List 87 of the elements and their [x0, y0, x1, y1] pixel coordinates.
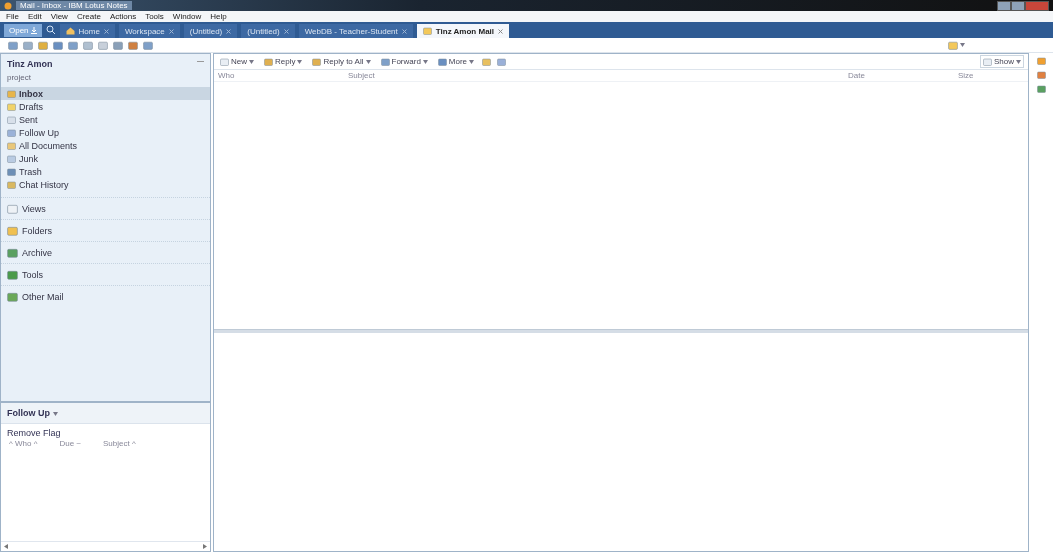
navigator-section[interactable]: Archive	[1, 241, 210, 263]
folder-icon	[7, 269, 18, 280]
menu-item[interactable]: Actions	[109, 12, 137, 21]
folder-item[interactable]: Trash	[1, 165, 210, 178]
menu-item[interactable]: File	[6, 12, 19, 21]
column-header[interactable]: Subject	[348, 71, 848, 80]
navigator-section[interactable]: Views	[1, 197, 210, 219]
action-button[interactable]: Forward	[378, 55, 430, 68]
scroll-right-icon[interactable]	[203, 544, 207, 549]
action-button[interactable]: New	[218, 55, 256, 68]
tab[interactable]: (Untitled)	[183, 24, 238, 38]
action-button[interactable]: Reply	[262, 55, 305, 68]
menu-item[interactable]: Tools	[145, 12, 164, 21]
folder-icon	[7, 247, 18, 258]
toolbar-tool-icon	[437, 57, 447, 66]
show-button[interactable]: Show	[980, 55, 1024, 68]
toolbar-tool-icon	[220, 57, 229, 66]
caret-icon	[960, 43, 965, 47]
menu-item[interactable]: View	[50, 12, 68, 21]
column-header[interactable]: Date	[848, 71, 958, 80]
close-icon[interactable]	[498, 28, 504, 34]
close-icon[interactable]	[401, 28, 407, 34]
action-button[interactable]: Reply to All	[310, 55, 373, 68]
menu-item[interactable]: Window	[172, 12, 202, 21]
search-icon[interactable]	[45, 25, 56, 35]
folder-item[interactable]: Sent	[1, 113, 210, 126]
navigator-section[interactable]: Other Mail	[1, 285, 210, 307]
tab[interactable]: WebDB - Teacher-Student	[298, 24, 413, 38]
toolbar-tool-icon	[312, 57, 322, 66]
folder-icon	[7, 203, 18, 214]
tab-label: Workspace	[124, 26, 165, 36]
folder-item[interactable]: Junk	[1, 152, 210, 165]
remove-flag-link[interactable]: Remove Flag	[1, 424, 67, 439]
column-header[interactable]: ^ Who ^	[9, 439, 38, 448]
folder-item[interactable]: Inbox	[1, 87, 210, 100]
window-title: Mail - Inbox - IBM Lotus Notes	[16, 1, 132, 10]
maximize-button[interactable]	[1011, 0, 1025, 11]
column-header[interactable]: Subject ^	[103, 439, 136, 448]
collapse-icon[interactable]	[197, 59, 204, 64]
close-icon[interactable]	[226, 28, 232, 34]
mailbox-subtitle: project	[6, 72, 32, 84]
tab[interactable]: Home	[59, 24, 115, 38]
folder-item[interactable]: Follow Up	[1, 126, 210, 139]
close-icon[interactable]	[283, 28, 289, 34]
scroll-left-icon[interactable]	[4, 544, 8, 549]
caret-icon	[249, 59, 254, 64]
caret-icon	[52, 412, 58, 416]
app-logo-icon	[4, 1, 12, 10]
folder-item[interactable]: All Documents	[1, 139, 210, 152]
toolbar-tool-icon	[948, 40, 958, 50]
action-button[interactable]: More	[435, 55, 477, 68]
column-header[interactable]: Due ~	[59, 439, 81, 448]
minimize-button[interactable]	[997, 0, 1011, 11]
menu-item[interactable]: Edit	[27, 12, 42, 21]
folder-icon	[7, 225, 18, 236]
folder-icon	[7, 291, 18, 302]
folder-item[interactable]: Drafts	[1, 100, 210, 113]
caret-icon	[1016, 59, 1021, 64]
follow-up-title[interactable]: Follow Up	[7, 408, 50, 418]
house-icon	[65, 27, 75, 35]
caret-icon	[297, 59, 303, 64]
close-button[interactable]	[1025, 0, 1049, 11]
tab[interactable]: Workspace	[118, 24, 180, 38]
close-icon[interactable]	[103, 28, 109, 34]
folder-item[interactable]: Chat History	[1, 178, 210, 191]
caret-icon	[422, 59, 428, 64]
menu-item[interactable]: Help	[210, 12, 227, 21]
tab-label: Home	[78, 26, 100, 36]
download-arrow-icon	[30, 27, 37, 34]
tab-label: (Untitled)	[247, 26, 280, 36]
toolbar-tool-icon	[264, 57, 273, 66]
toolbar-tool-icon	[380, 57, 390, 66]
navigator-section[interactable]: Tools	[1, 263, 210, 285]
tab-label: WebDB - Teacher-Student	[304, 26, 398, 36]
navigator-section[interactable]: Folders	[1, 219, 210, 241]
tab[interactable]: (Untitled)	[241, 24, 295, 38]
menu-item[interactable]: Create	[76, 12, 101, 21]
mailbox-owner: Tinz Amon	[7, 59, 53, 69]
tab[interactable]: Tinz Amon Mail	[416, 24, 510, 38]
column-header[interactable]: Who	[218, 71, 348, 80]
caret-icon	[469, 59, 475, 64]
caret-icon	[365, 59, 371, 64]
tab-label: Tinz Amon Mail	[435, 26, 495, 36]
tab-label: (Untitled)	[189, 26, 223, 36]
close-icon[interactable]	[168, 28, 174, 34]
toolbar-tool-icon	[983, 57, 992, 66]
column-header[interactable]: Size	[958, 71, 998, 80]
